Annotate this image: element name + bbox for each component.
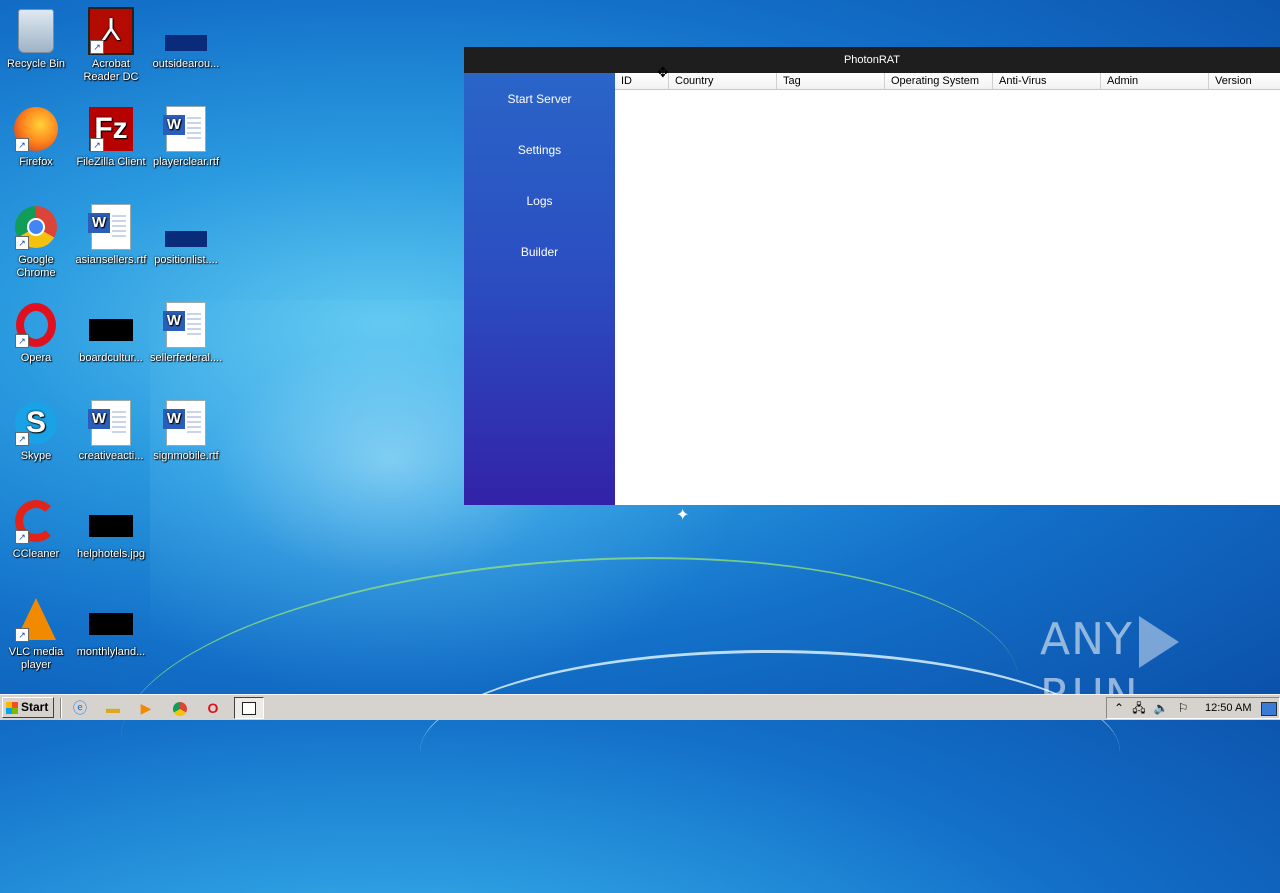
clock[interactable]: 12:50 AM (1205, 698, 1251, 718)
explorer-folder-icon[interactable]: ▬ (104, 699, 122, 717)
app-window-icon (242, 702, 256, 715)
desktop-icon-helphotels[interactable]: helphotels.jpg (75, 498, 147, 561)
desktop-icon-opera[interactable]: ↗ Opera (0, 302, 72, 365)
logs-button[interactable]: Logs (464, 176, 615, 227)
start-server-button[interactable]: Start Server (464, 74, 615, 125)
desktop-icon-signmobile[interactable]: W signmobile.rtf (150, 400, 222, 463)
start-button[interactable]: Start (2, 697, 54, 718)
column-operating-system[interactable]: Operating System (885, 73, 993, 89)
word-document-icon: W (88, 204, 134, 250)
recycle-bin-icon (13, 8, 59, 54)
column-anti-virus[interactable]: Anti-Virus (993, 73, 1101, 89)
network-icon[interactable]: 🖧 (1131, 700, 1147, 716)
opera-taskbar-icon[interactable]: O (204, 699, 222, 717)
taskbar-separator (60, 698, 62, 718)
builder-button[interactable]: Builder (464, 227, 615, 278)
media-player-icon[interactable]: ▶ (137, 699, 155, 717)
opera-icon: ↗ (13, 302, 59, 348)
sidebar: Start Server Settings Logs Builder (464, 73, 615, 505)
desktop-icon-vlc[interactable]: ↗ VLC media player (0, 596, 72, 672)
column-admin[interactable]: Admin (1101, 73, 1209, 89)
desktop-icon-boardcultur[interactable]: boardcultur... (75, 302, 147, 365)
column-country[interactable]: Country (669, 73, 777, 89)
desktop-icon-monthlyland[interactable]: monthlyland... (75, 596, 147, 659)
acrobat-icon: ⅄ ↗ (88, 7, 134, 55)
image-file-icon (88, 596, 134, 642)
clients-grid[interactable]: ID Country Tag Operating System Anti-Vir… (615, 73, 1280, 505)
image-file-icon (163, 204, 209, 250)
ccleaner-icon: ↗ (13, 498, 59, 544)
desktop-icon-sellerfederal[interactable]: W sellerfederal.... (150, 302, 222, 365)
word-document-icon: W (163, 302, 209, 348)
filezilla-icon: Fz ↗ (88, 106, 134, 152)
skype-icon: S ↗ (13, 400, 59, 446)
show-hidden-icons-icon[interactable]: ⌃ (1111, 700, 1127, 716)
desktop-icon-playerclear[interactable]: W playerclear.rtf (150, 106, 222, 169)
image-file-icon (163, 8, 209, 54)
desktop-icon-filezilla[interactable]: Fz ↗ FileZilla Client (75, 106, 147, 169)
volume-icon[interactable]: 🔈 (1153, 700, 1169, 716)
column-tag[interactable]: Tag (777, 73, 885, 89)
image-file-icon (88, 302, 134, 348)
desktop-icon-recycle-bin[interactable]: Recycle Bin (0, 8, 72, 71)
show-desktop-icon[interactable] (1261, 702, 1277, 716)
taskbar: Start ⓔ ▬ ▶ O ⌃ 🖧 🔈 ⚐ 12:50 AM (0, 694, 1280, 720)
desktop-icon-outsidearou[interactable]: outsidearou... (150, 8, 222, 71)
word-document-icon: W (163, 400, 209, 446)
move-cursor-icon: ✥ (657, 64, 669, 80)
windows-logo-icon (6, 702, 18, 714)
photonrat-taskbar-button[interactable] (234, 697, 264, 719)
desktop-icon-asiansellers[interactable]: W asiansellers.rtf (75, 204, 147, 267)
action-center-flag-icon[interactable]: ⚐ (1175, 700, 1191, 716)
desktop-icon-acrobat[interactable]: ⅄ ↗ Acrobat Reader DC (75, 7, 147, 84)
desktop-icon-ccleaner[interactable]: ↗ CCleaner (0, 498, 72, 561)
desktop-icon-skype[interactable]: S ↗ Skype (0, 400, 72, 463)
sparkle-icon: ✦ (676, 507, 690, 524)
desktop-icon-firefox[interactable]: ↗ Firefox (0, 106, 72, 169)
internet-explorer-icon[interactable]: ⓔ (71, 699, 89, 717)
word-document-icon: W (88, 400, 134, 446)
word-document-icon: W (163, 106, 209, 152)
play-icon (1138, 616, 1179, 668)
settings-button[interactable]: Settings (464, 125, 615, 176)
chrome-icon: ↗ (13, 204, 59, 250)
photonrat-window: PhotonRAT Start Server Settings Logs Bui… (464, 47, 1280, 505)
desktop-icon-positionlist[interactable]: positionlist.... (150, 204, 222, 267)
desktop-icon-creativeacti[interactable]: W creativeacti... (75, 400, 147, 463)
window-title[interactable]: PhotonRAT (464, 47, 1280, 73)
system-tray: ⌃ 🖧 🔈 ⚐ 12:50 AM (1106, 697, 1280, 719)
image-file-icon (88, 498, 134, 544)
chrome-taskbar-icon[interactable] (171, 699, 189, 717)
grid-header: ID Country Tag Operating System Anti-Vir… (615, 73, 1280, 90)
column-version[interactable]: Version (1209, 73, 1280, 89)
desktop-icon-chrome[interactable]: ↗ Google Chrome (0, 204, 72, 280)
vlc-icon: ↗ (13, 596, 59, 642)
wallpaper-arc-light (420, 650, 1120, 853)
firefox-icon: ↗ (13, 106, 59, 152)
